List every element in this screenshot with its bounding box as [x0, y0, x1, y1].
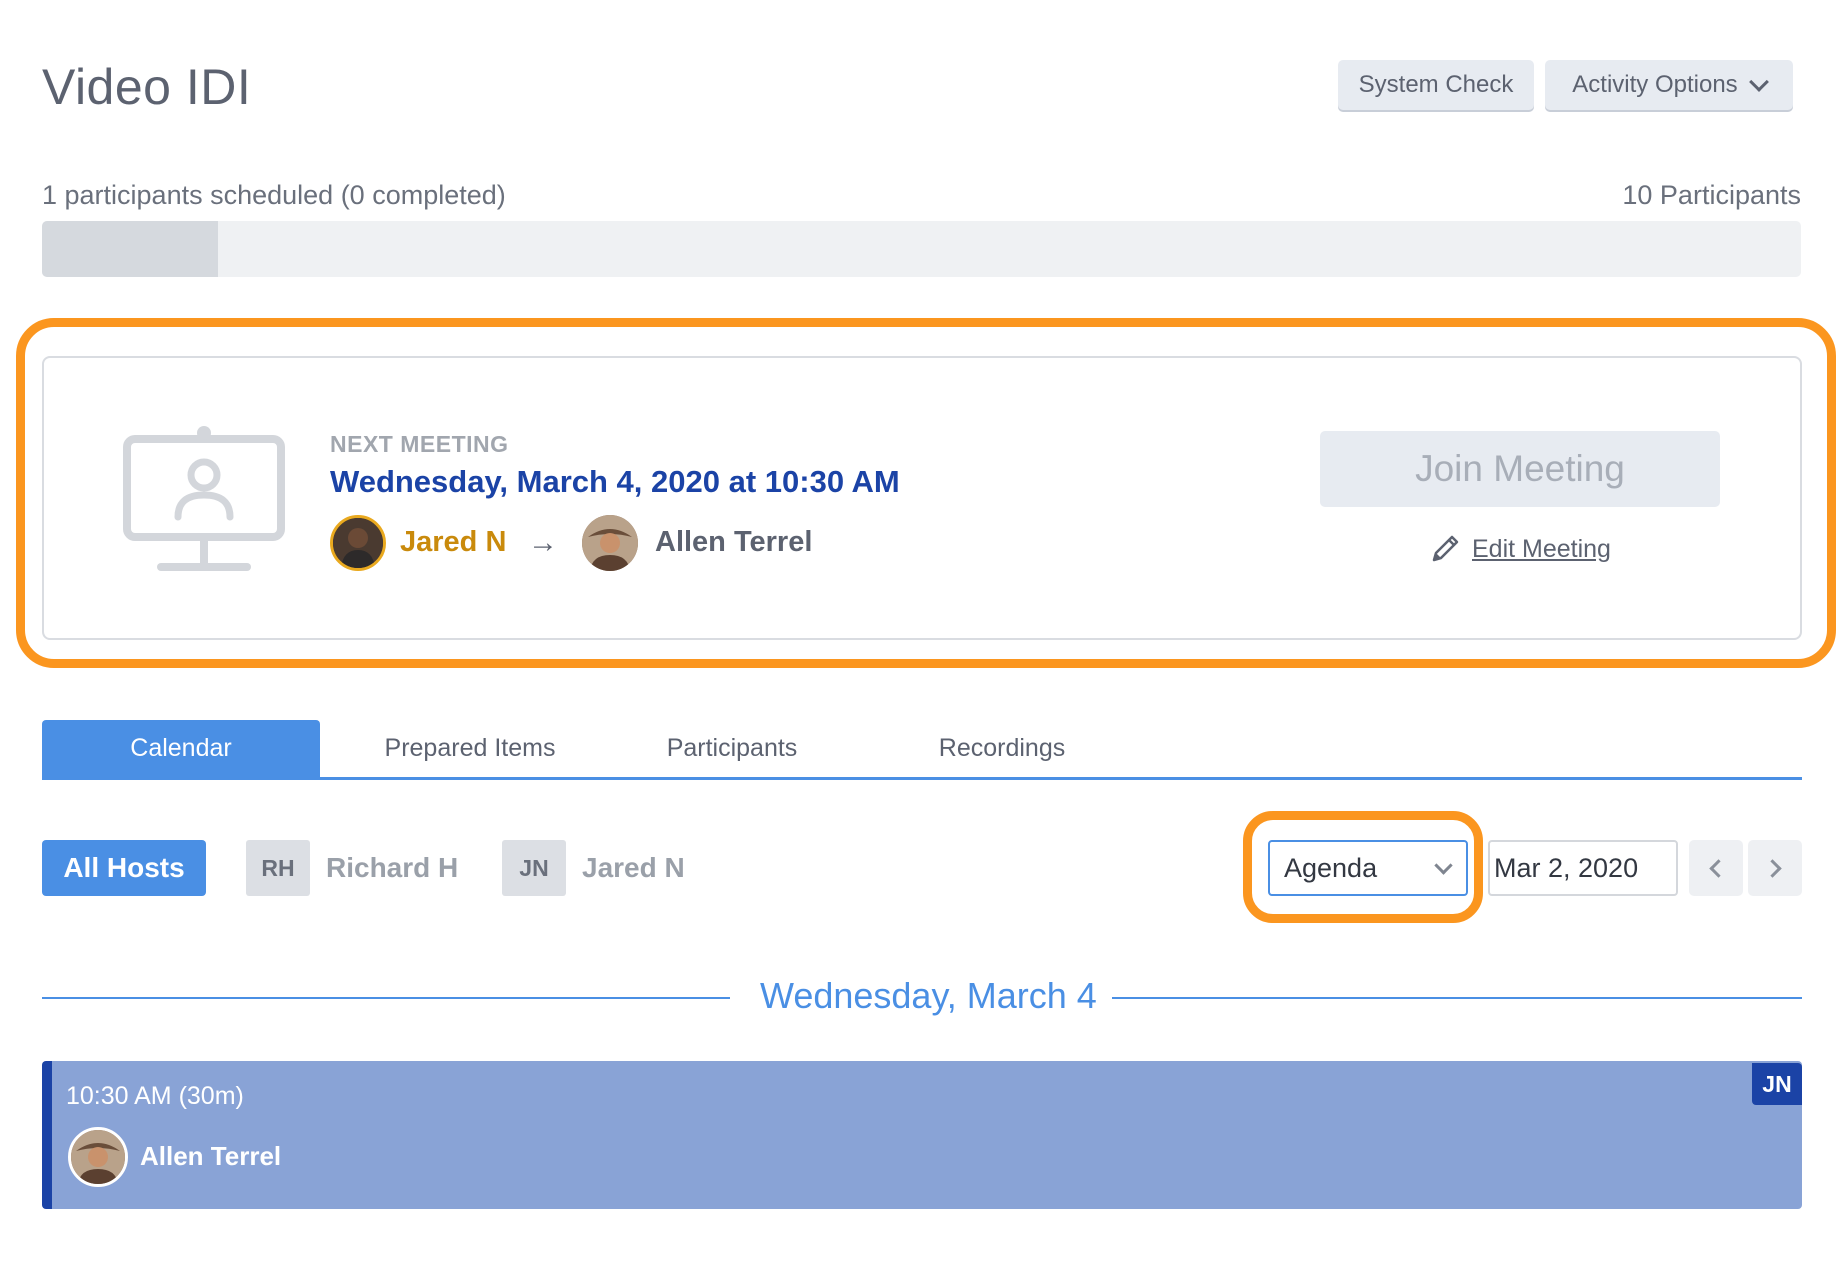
- activity-options-button[interactable]: Activity Options: [1545, 60, 1793, 110]
- host-initials-badge: RH: [246, 840, 310, 896]
- day-heading: Wednesday, March 4: [760, 975, 1097, 1016]
- tab-bar: Calendar Prepared Items Participants Rec…: [42, 720, 1802, 780]
- tab-calendar[interactable]: Calendar: [42, 720, 320, 777]
- scheduled-count: 1 participants scheduled (0 completed): [42, 180, 506, 210]
- previous-button[interactable]: [1689, 840, 1743, 896]
- tab-recordings[interactable]: Recordings: [892, 720, 1112, 777]
- progress-bar: [42, 221, 1801, 277]
- all-hosts-button[interactable]: All Hosts: [42, 840, 206, 896]
- day-divider-left: [42, 997, 730, 999]
- host-filter-name: Richard H: [326, 852, 459, 883]
- event-guest-avatar: [68, 1127, 128, 1187]
- system-check-label: System Check: [1358, 71, 1514, 98]
- activity-options-label: Activity Options: [1572, 71, 1738, 98]
- host-filter-richard[interactable]: RH Richard H: [246, 840, 458, 896]
- tab-prepared-items[interactable]: Prepared Items: [350, 720, 590, 777]
- highlight-ring-meeting: [16, 318, 1836, 668]
- host-filter-jared[interactable]: JN Jared N: [502, 840, 685, 896]
- highlight-ring-view: [1243, 811, 1483, 923]
- event-guest-name: Allen Terrel: [140, 1141, 282, 1171]
- host-initials-badge: JN: [502, 840, 566, 896]
- event-host-badge: JN: [1752, 1063, 1802, 1105]
- agenda-event[interactable]: [42, 1061, 1802, 1209]
- host-filter-name: Jared N: [582, 852, 685, 883]
- date-field-value: Mar 2, 2020: [1494, 852, 1639, 883]
- day-divider-right: [1112, 997, 1802, 999]
- participants-total: 10 Participants: [1622, 180, 1801, 210]
- next-button[interactable]: [1748, 840, 1802, 896]
- chevron-down-icon: [1748, 71, 1769, 92]
- system-check-button[interactable]: System Check: [1338, 60, 1534, 110]
- chevron-right-icon: [1763, 858, 1782, 878]
- progress-fill: [42, 221, 218, 277]
- date-field[interactable]: Mar 2, 2020: [1488, 840, 1678, 896]
- page-title: Video IDI: [42, 59, 252, 115]
- tab-participants[interactable]: Participants: [632, 720, 832, 777]
- event-time: 10:30 AM (30m): [66, 1082, 244, 1110]
- chevron-left-icon: [1709, 858, 1728, 878]
